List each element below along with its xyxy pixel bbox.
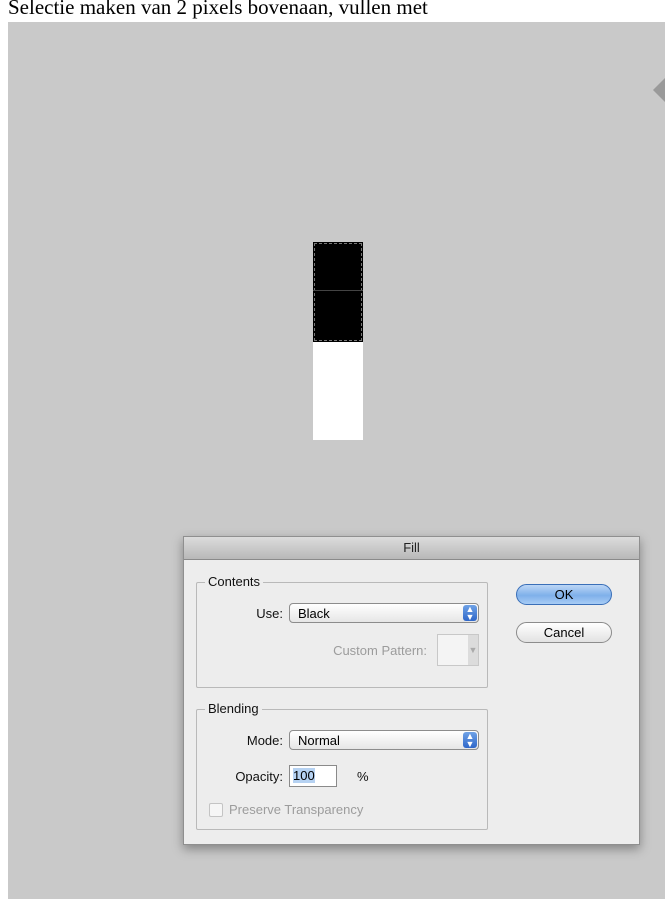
- preserve-transparency-checkbox[interactable]: [209, 803, 223, 817]
- updown-arrows-icon: ▲ ▼: [463, 732, 477, 749]
- opacity-unit: %: [357, 769, 369, 784]
- use-select[interactable]: Black ▲ ▼: [289, 603, 479, 623]
- custom-pattern-label: Custom Pattern:: [333, 643, 427, 658]
- ok-button[interactable]: OK: [516, 584, 612, 605]
- chevron-down-icon: ▼: [468, 635, 478, 665]
- blending-group: Blending Mode: Normal ▲ ▼ Opacity: 100 % …: [196, 701, 488, 830]
- canvas-scroll-arrow-icon[interactable]: [653, 78, 665, 102]
- white-area: [313, 342, 363, 440]
- fill-dialog: Fill Contents Use: Black ▲ ▼ Custom Patte…: [183, 536, 640, 845]
- pixel-divider-line: [313, 290, 363, 291]
- contents-group: Contents Use: Black ▲ ▼ Custom Pattern: ▼: [196, 574, 488, 688]
- tutorial-caption: Selectie maken van 2 pixels bovenaan, vu…: [8, 0, 428, 19]
- mode-label: Mode:: [246, 733, 283, 748]
- document-image[interactable]: [313, 242, 363, 440]
- updown-arrows-icon: ▲ ▼: [463, 605, 477, 622]
- opacity-label: Opacity:: [235, 769, 283, 784]
- custom-pattern-picker[interactable]: ▼: [437, 634, 479, 666]
- opacity-value: 100: [293, 768, 315, 783]
- black-selection-area: [313, 242, 363, 342]
- cancel-button[interactable]: Cancel: [516, 622, 612, 643]
- mode-select-value: Normal: [298, 733, 340, 748]
- dialog-title[interactable]: Fill: [184, 537, 639, 560]
- use-label: Use:: [256, 606, 283, 621]
- preserve-transparency-label: Preserve Transparency: [229, 802, 364, 817]
- opacity-input[interactable]: 100: [289, 765, 337, 787]
- use-select-value: Black: [298, 606, 330, 621]
- blending-group-title: Blending: [205, 701, 262, 716]
- contents-group-title: Contents: [205, 574, 264, 589]
- mode-select[interactable]: Normal ▲ ▼: [289, 730, 479, 750]
